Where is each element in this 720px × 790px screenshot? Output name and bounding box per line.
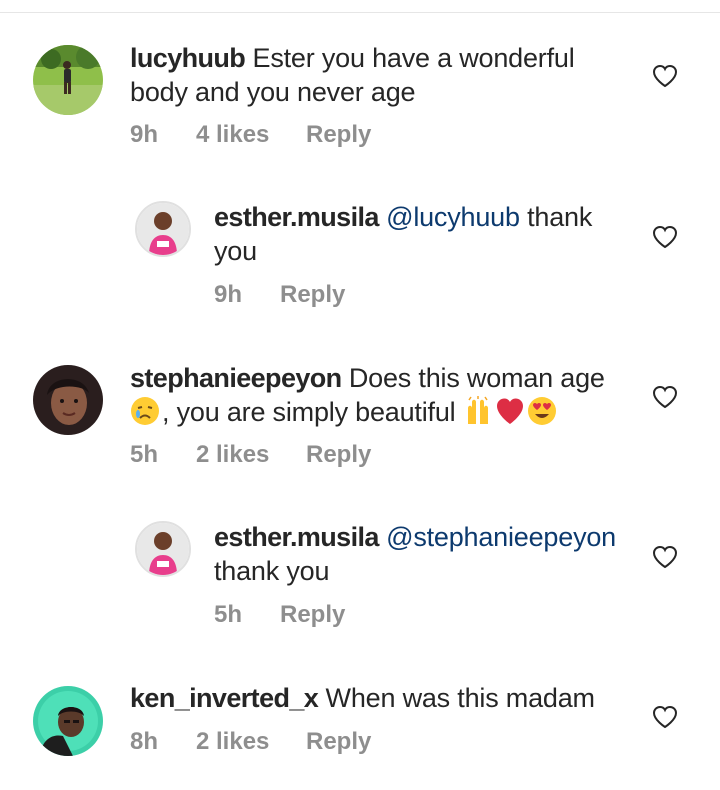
- mention-link[interactable]: @lucyhuub: [386, 202, 520, 232]
- reply-button[interactable]: Reply: [280, 281, 345, 309]
- reply-button[interactable]: Reply: [280, 601, 345, 629]
- comment-text: lucyhuub Ester you have a wonderful body…: [130, 41, 610, 109]
- mention-link[interactable]: @stephanieepeyon: [386, 522, 616, 552]
- heart-eyes-icon: [527, 397, 556, 425]
- comment-time: 5h: [214, 601, 243, 628]
- comment-meta: 8h 2 likes Reply: [130, 728, 371, 756]
- avatar-image: [33, 686, 103, 756]
- comment-likes[interactable]: 2 likes: [196, 441, 306, 469]
- red-heart-icon: [496, 398, 523, 424]
- comment-text: stephanieepeyon Does this woman age , yo…: [130, 361, 630, 429]
- avatar-esther[interactable]: [135, 521, 191, 577]
- avatar-ken-inverted-x[interactable]: [33, 686, 103, 756]
- comment-body-cont: , you are simply beautiful: [162, 397, 456, 427]
- comment-username[interactable]: ken_inverted_x: [130, 683, 319, 713]
- avatar-esther[interactable]: [135, 201, 191, 257]
- reply-button[interactable]: Reply: [306, 441, 371, 469]
- comment-text: esther.musila @stephanieepeyon thank you: [214, 520, 634, 588]
- comment-likes[interactable]: 4 likes: [196, 121, 306, 149]
- comment-body: Does this woman age: [348, 363, 605, 393]
- comment-likes[interactable]: 2 likes: [196, 728, 306, 756]
- avatar-lucyhuub[interactable]: [33, 45, 103, 115]
- comment-time: 5h: [130, 441, 159, 468]
- reply-button[interactable]: Reply: [306, 728, 371, 756]
- comment-username[interactable]: esther.musila: [214, 522, 379, 552]
- crying-face-icon: [131, 397, 159, 425]
- comment-username[interactable]: lucyhuub: [130, 43, 246, 73]
- comment-username[interactable]: esther.musila: [214, 202, 379, 232]
- avatar-image: [33, 365, 103, 435]
- avatar-image: [137, 523, 189, 575]
- like-heart-icon[interactable]: [652, 705, 678, 729]
- like-heart-icon[interactable]: [652, 225, 678, 249]
- raising-hands-icon: [467, 396, 488, 424]
- avatar-image: [137, 203, 189, 255]
- comment-meta: 9h 4 likes Reply: [130, 121, 371, 149]
- comment-time: 9h: [214, 281, 243, 308]
- comment-username[interactable]: stephanieepeyon: [130, 363, 342, 393]
- comment-time: 9h: [130, 121, 159, 148]
- reply-button[interactable]: Reply: [306, 121, 371, 149]
- like-heart-icon[interactable]: [652, 64, 678, 88]
- comment-time: 8h: [130, 728, 159, 755]
- comment-meta: 5h Reply: [214, 601, 345, 629]
- comment-text: ken_inverted_x When was this madam: [130, 681, 630, 715]
- comment-body: thank you: [214, 556, 330, 586]
- comment-meta: 9h Reply: [214, 281, 345, 309]
- comment-meta: 5h 2 likes Reply: [130, 441, 371, 469]
- avatar-stephanieepeyon[interactable]: [33, 365, 103, 435]
- like-heart-icon[interactable]: [652, 545, 678, 569]
- like-heart-icon[interactable]: [652, 385, 678, 409]
- comment-text: esther.musila @lucyhuub thank you: [214, 200, 614, 268]
- top-divider: [0, 12, 720, 13]
- comment-body: When was this madam: [325, 683, 596, 713]
- avatar-image: [33, 45, 103, 115]
